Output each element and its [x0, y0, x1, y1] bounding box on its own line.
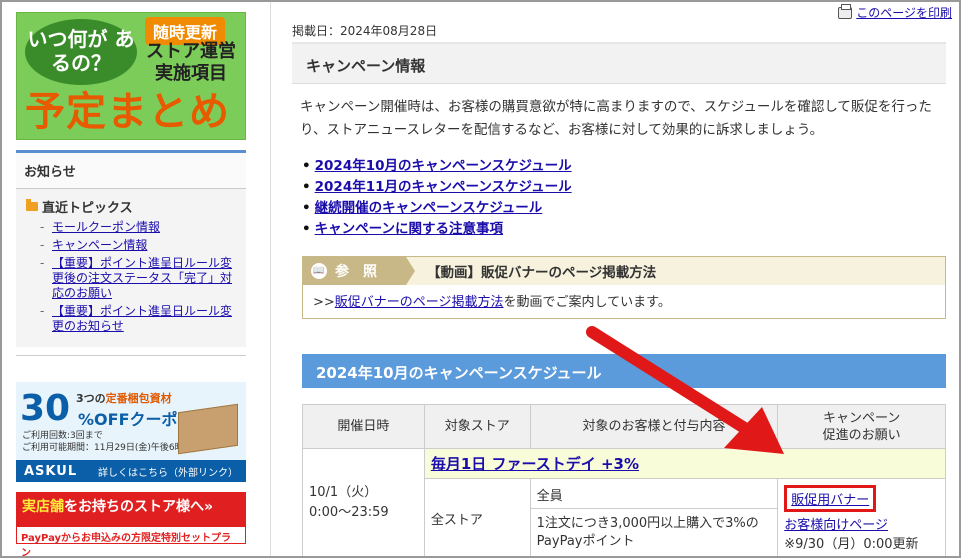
reference-box: 📖 参 照 【動画】販促バナーのページ掲載方法 >>販促バナーのページ掲載方法を…: [302, 256, 946, 319]
list-item: - 【重要】ポイント進呈日ルール変更のお知らせ: [40, 304, 236, 334]
update-note: ※9/30（月）0:00更新: [784, 536, 919, 552]
event-benefit: 1注文につき3,000円以上購入で3%のPayPayポイント: [536, 516, 759, 549]
anchor-link[interactable]: 2024年10月のキャンペーンスケジュール: [315, 156, 572, 177]
header-store: 対象ストア: [423, 404, 531, 449]
header-promotion: キャンペーン 促進のお願い: [777, 404, 946, 449]
event-promotion-cell: 販促用バナー お客様向けページ ※9/30（月）0:00更新: [777, 478, 946, 556]
news-title: お知らせ: [16, 153, 246, 189]
divider: [16, 355, 246, 356]
reference-title: 【動画】販促バナーのページ掲載方法: [427, 265, 657, 281]
event-customer-cell: 全員 1注文につき3,000円以上購入で3%のPayPayポイント: [529, 478, 779, 556]
list-item: • 2024年10月のキャンペーンスケジュール: [302, 156, 572, 177]
paypay-plan-text: PayPayからお申込みの方限定特別セットプラン: [16, 526, 246, 556]
list-item: • 2024年11月のキャンペーンスケジュール: [302, 177, 572, 198]
banner-headline: 予定まとめ: [25, 89, 230, 135]
coupon-notes: ご利用回数:3回まで ご利用可能期間：11月29日(金)午後6時まで: [22, 431, 202, 453]
column-divider: [270, 2, 271, 556]
event-name-cell: 毎月1日 ファーストデイ +3%: [423, 448, 947, 479]
coupon-line2: %OFFクーポン: [78, 410, 194, 429]
customer-page-link[interactable]: お客様向けページ: [784, 514, 888, 533]
intro-text: キャンペーン開催時は、お客様の購買意欲が特に高まりますので、スケジュールを確認し…: [300, 99, 932, 138]
banner-question: いつ何が あるの？: [25, 19, 137, 85]
store-banner[interactable]: 実店舗をお持ちのストア様へ» PayPayからお申込みの方限定特別セットプラン: [16, 492, 246, 556]
list-item: • キャンペーンに関する注意事項: [302, 219, 572, 240]
folder-icon: [26, 199, 38, 211]
askul-coupon-banner[interactable]: 30 3つの定番梱包資材 %OFFクーポン ご利用回数:3回まで ご利用可能期間…: [16, 382, 246, 482]
table-header-row: 開催日時 対象ストア 対象のお客様と付与内容 キャンペーン 促進のお願い: [302, 404, 946, 449]
topics-heading-label: 直近トピックス: [42, 201, 133, 216]
header-date: 開催日時: [302, 404, 425, 449]
news-link[interactable]: 【重要】ポイント進呈日ルール変更後の注文ステータス「完了」対応のお願い: [52, 256, 236, 301]
coupon-percent: 30: [20, 388, 71, 429]
event-customer: 全員: [530, 479, 778, 509]
anchor-link[interactable]: 継続開催のキャンペーンスケジュール: [315, 198, 543, 219]
store-banner-text: をお持ちのストア様へ»: [64, 499, 214, 515]
reference-body: >>販促バナーのページ掲載方法を動画でご案内しています。: [303, 285, 945, 318]
banner-subtitle: ストア運営 実施項目: [146, 41, 236, 84]
page-title: キャンペーン情報: [292, 42, 946, 84]
anchor-link-list: • 2024年10月のキャンペーンスケジュール • 2024年11月のキャンペーンス…: [302, 156, 572, 240]
news-link[interactable]: 【重要】ポイント進呈日ルール変更のお知らせ: [52, 304, 236, 334]
anchor-link[interactable]: 2024年11月のキャンペーンスケジュール: [315, 177, 572, 198]
news-link[interactable]: モールクーポン情報: [52, 220, 160, 235]
event-date: 10/1（火） 0:00〜23:59: [302, 448, 425, 556]
anchor-link[interactable]: キャンペーンに関する注意事項: [315, 219, 503, 240]
list-item: - 【重要】ポイント進呈日ルール変更後の注文ステータス「完了」対応のお願い: [40, 256, 236, 301]
askul-cta[interactable]: 詳しくはこちら（外部リンク）: [98, 464, 238, 479]
page-frame: いつ何が あるの？ 随時更新 ストア運営 実施項目 予定まとめ お知らせ 直近ト…: [0, 0, 961, 558]
list-item: - キャンペーン情報: [40, 238, 148, 253]
list-item: - モールクーポン情報: [40, 220, 161, 235]
event-name-link[interactable]: 毎月1日 ファーストデイ +3%: [431, 455, 639, 473]
news-link[interactable]: キャンペーン情報: [52, 238, 147, 253]
askul-logo: ASKUL: [24, 463, 78, 479]
print-page-link[interactable]: このページを印刷: [856, 4, 952, 21]
reference-badge: 📖 参 照: [303, 257, 415, 285]
table-row: 10/1（火） 0:00〜23:59 毎月1日 ファーストデイ +3%: [302, 448, 947, 556]
coupon-line1: 3つの定番梱包資材: [76, 392, 172, 405]
reference-badge-label: 参 照: [335, 264, 377, 280]
list-item: • 継続開催のキャンペーンスケジュール: [302, 198, 572, 219]
topics-heading: 直近トピックス: [26, 197, 236, 216]
schedule-summary-banner[interactable]: いつ何が あるの？ 随時更新 ストア運営 実施項目 予定まとめ: [16, 12, 246, 140]
schedule-table: 開催日時 対象ストア 対象のお客様と付与内容 キャンペーン 促進のお願い 10/…: [302, 404, 947, 556]
schedule-heading: 2024年10月のキャンペーンスケジュール: [302, 354, 946, 388]
event-store: 全ストア: [423, 478, 531, 556]
header-customer: 対象のお客様と付与内容: [529, 404, 779, 449]
askul-footer: ASKUL 詳しくはこちら（外部リンク）: [16, 460, 246, 482]
publish-date: 掲載日：2024年08月28日: [292, 24, 438, 38]
banner-video-link[interactable]: 販促バナーのページ掲載方法: [335, 295, 504, 310]
book-icon: 📖: [311, 263, 327, 279]
sidebar: いつ何が あるの？ 随時更新 ストア運営 実施項目 予定まとめ お知らせ 直近ト…: [16, 12, 248, 556]
news-panel: お知らせ 直近トピックス - モールクーポン情報 - キャンペーン情報 - 【重要】ポ…: [16, 150, 246, 347]
printer-icon: [838, 3, 853, 19]
store-banner-highlight: 実店舗: [22, 499, 64, 515]
promo-banner-link[interactable]: 販促用バナー: [784, 484, 877, 512]
main-content: 掲載日：2024年08月28日 このページを印刷 キャンペーン情報 キャンペーン…: [292, 2, 959, 556]
print-link[interactable]: このページを印刷: [838, 3, 952, 21]
cardboard-box-image: [178, 403, 238, 455]
